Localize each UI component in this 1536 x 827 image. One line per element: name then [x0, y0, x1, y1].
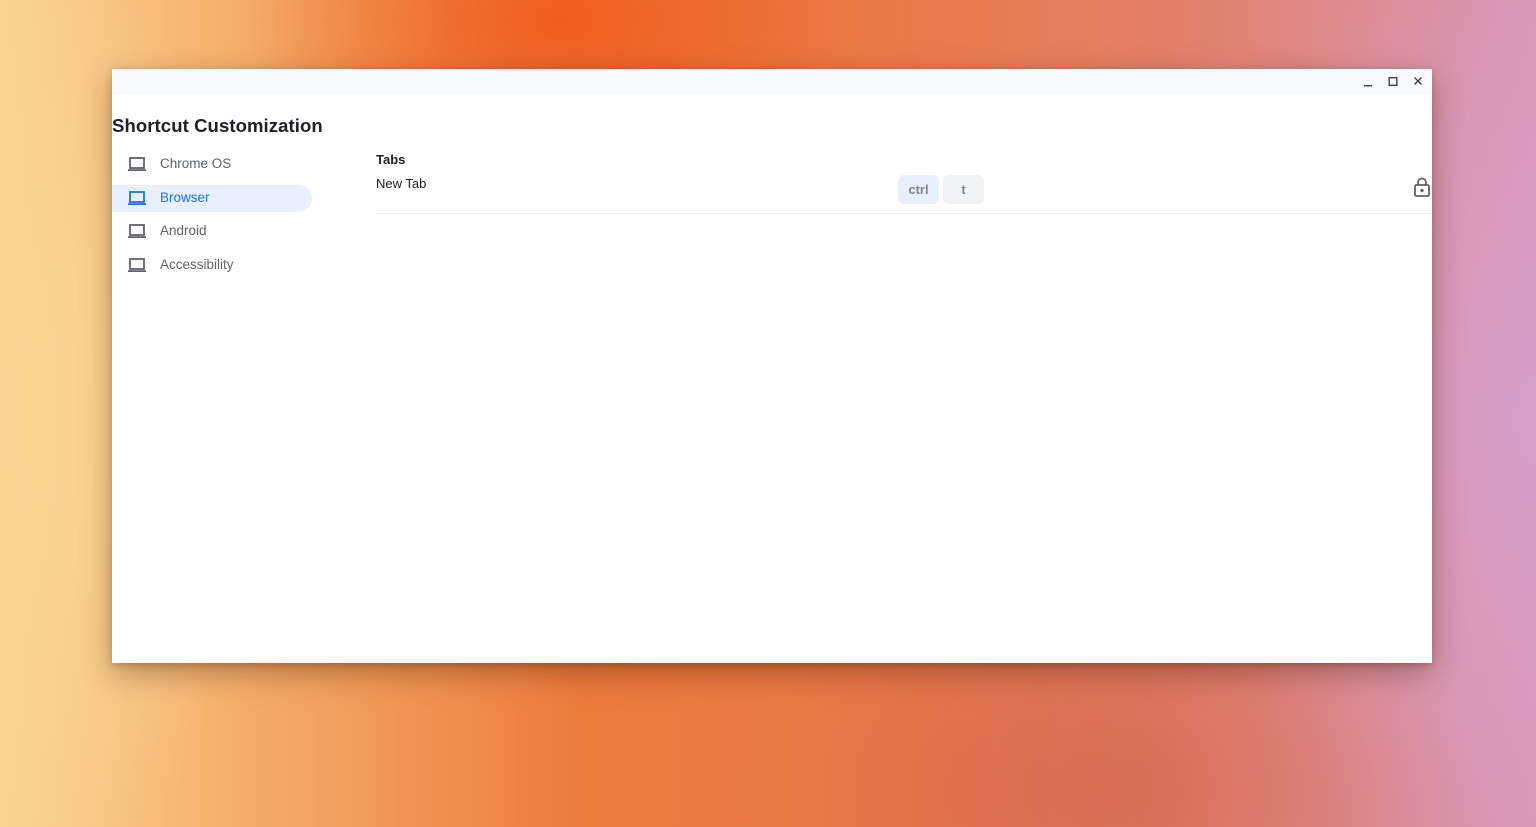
page-title: Shortcut Customization [112, 115, 323, 136]
sidebar-nav: Chrome OS Browser Android Accessibility [112, 151, 312, 286]
sidebar-item-accessibility[interactable]: Accessibility [112, 252, 312, 279]
shortcut-customization-window: Shortcut Customization Chrome OS Browser… [112, 69, 1432, 663]
close-icon [1414, 77, 1422, 85]
minimize-icon [1364, 85, 1372, 87]
sidebar-item-browser[interactable]: Browser [112, 184, 312, 212]
shortcut-key-ctrl: ctrl [898, 175, 939, 204]
title-bar [112, 69, 1432, 95]
section-title: Tabs [376, 152, 406, 167]
close-button[interactable] [1406, 69, 1430, 95]
minimize-button[interactable] [1356, 69, 1380, 95]
shortcut-description: New Tab [376, 176, 427, 191]
lock-icon [1414, 177, 1430, 197]
laptop-icon [128, 224, 146, 239]
sidebar-item-label: Android [160, 223, 207, 239]
shortcut-key-t: t [943, 175, 984, 204]
sidebar-item-android[interactable]: Android [112, 218, 312, 245]
laptop-icon [128, 190, 146, 205]
laptop-icon [128, 258, 146, 273]
shortcut-row[interactable]: New Tab ctrl t [376, 173, 1432, 214]
maximize-button[interactable] [1381, 69, 1405, 95]
maximize-icon [1388, 77, 1398, 86]
sidebar-item-label: Browser [160, 189, 210, 205]
sidebar-item-label: Chrome OS [160, 156, 232, 171]
sidebar-item-chrome-os[interactable]: Chrome OS [112, 151, 312, 178]
laptop-icon [128, 157, 146, 171]
sidebar-item-label: Accessibility [160, 257, 234, 273]
